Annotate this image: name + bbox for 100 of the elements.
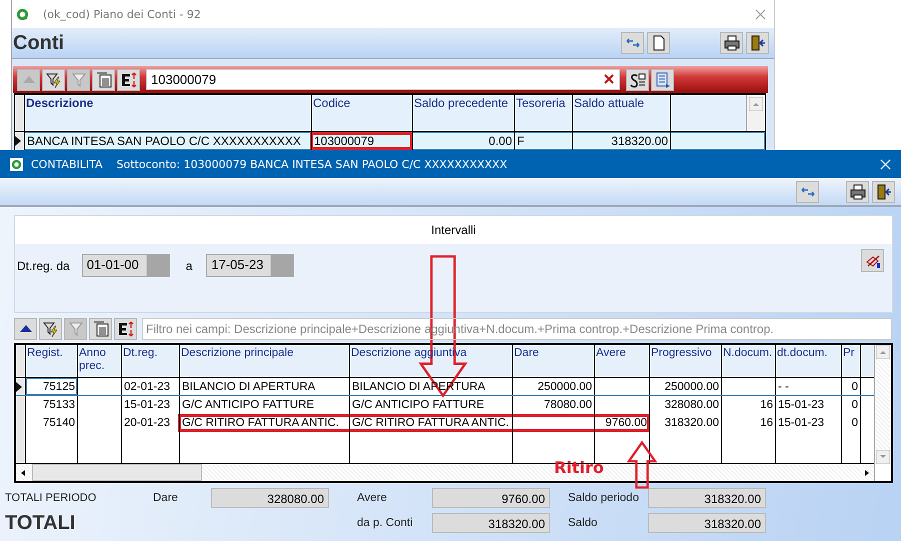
print-button[interactable] [720,32,743,54]
field-label: Avere [357,492,388,504]
document-icon [650,35,666,51]
exit-button[interactable] [872,180,895,202]
filter-edit-button[interactable] [42,68,65,90]
column-header[interactable]: Tesoreria [516,96,566,110]
app-logo-icon [16,8,29,20]
column-header[interactable]: Saldo precedente [414,96,508,110]
table-cell: 15-01-23 [122,396,180,414]
table-cell: BILANCIO DI APERTURA [180,378,350,395]
date-field[interactable]: 01-01-00 [82,254,170,277]
search-field[interactable]: 103000079 [146,69,620,90]
table-cell: 0 [842,378,861,395]
app-logo-icon [10,158,23,170]
export-button[interactable] [117,68,140,90]
selected-row[interactable]: BANCA INTESA SAN PAOLO C/C XXXXXXXXXXX 103000079 0.00 F 318320.00 [15,132,765,150]
list-button[interactable] [89,318,112,340]
funnel-lightning-icon [46,72,62,88]
panel-title: Intervalli [431,223,476,237]
exit-button[interactable] [746,32,769,54]
total-value: 318320.00 [648,513,766,533]
table-cell: 250000.00 [650,378,722,395]
column-header[interactable]: Avere [596,347,648,360]
row-selector[interactable] [16,396,26,414]
e-arrows-icon [120,72,136,88]
new-document-button[interactable] [647,32,670,54]
close-icon[interactable] [755,8,766,20]
column-header[interactable]: Descrizione principale [181,347,348,360]
document-lines-icon [654,72,670,88]
columns-button[interactable] [651,68,674,90]
printer-icon [850,184,866,200]
field-label: a [186,258,192,272]
s-lines-icon [630,72,646,88]
table-cell: 9760.00 [595,414,650,432]
column-header[interactable]: Progressivo [651,347,720,360]
field-label: Saldo periodo [568,492,640,504]
window-subtitle: Sottoconto: 103000079 BANCA INTESA SAN PAOLO C/C XXXXXXXXXXX [116,158,508,170]
table-cell: G/C RITIRO FATTURA ANTIC. [180,414,350,432]
window-title: (ok_cod) Piano dei Conti - 92 [43,8,201,20]
column-header[interactable]: Dt.reg. [123,347,178,360]
table-cell: 75125 [26,378,78,395]
column-header[interactable]: Dare [514,347,593,360]
total-value: 318320.00 [432,513,550,533]
filter-edit-button[interactable] [39,318,62,340]
column-header[interactable]: dt.docum. [777,347,840,360]
table-cell: G/C RITIRO FATTURA ANTIC. [350,414,513,432]
table-cell: 15-01-23 [776,396,842,414]
refresh-button[interactable] [621,32,644,54]
row-selector[interactable] [16,378,26,395]
table-cell: 02-01-23 [122,378,180,395]
eraser-hand-icon [864,252,880,268]
column-header[interactable]: Descrizione [26,96,94,110]
list-icon [92,320,108,336]
table-cell: 20-01-23 [122,414,180,432]
print-button[interactable] [846,180,869,202]
funnel-lightning-icon [42,320,58,336]
up-arrow [627,439,657,491]
field-label: Dare [153,492,179,504]
export-button[interactable] [114,318,137,340]
refresh-button[interactable] [796,180,819,202]
table-cell: 328080.00 [650,396,722,414]
table-row[interactable]: 75133 15-01-23 G/C ANTICIPO FATTURE G/C ANTICIPO FATTURE 78080.00 328080.00 16 15-01-23 0 [16,396,874,414]
table-cell: 0 [842,396,861,414]
column-header[interactable]: Codice [313,96,350,110]
table-row[interactable]: 75140 20-01-23 G/C RITIRO FATTURA ANTIC. G/C RITIRO FATTURA ANTIC. 9760.00 318320.00 16 15-01-23 0 [16,414,874,432]
table-cell: 16 [722,396,776,414]
list-button[interactable] [92,68,115,90]
table-cell: 75140 [26,414,78,432]
total-value: 328080.00 [211,488,329,508]
column-header[interactable]: Pr [843,347,859,360]
table-cell: 15-01-23 [776,414,842,432]
printer-icon [724,35,740,51]
move-up-button[interactable] [14,318,37,340]
table-cell: 75133 [26,396,78,414]
field-label: da p. Conti [357,517,414,529]
total-value: 9760.00 [432,488,550,508]
column-header[interactable]: Saldo attuale [574,96,644,110]
e-arrows-icon [118,320,134,336]
field-label: Saldo [568,517,598,529]
table-cell: G/C ANTICIPO FATTURE [180,396,350,414]
table-cell: - - [776,378,842,395]
sort-button[interactable] [626,68,649,90]
totals-period-label: TOTALI PERIODO [5,492,98,504]
field-label: Dt.reg. da [17,258,70,272]
table-cell: 0 [842,414,861,432]
list-icon [96,72,112,88]
exit-door-icon [750,35,766,51]
date-field[interactable]: 17-05-23 [206,254,294,277]
column-header[interactable]: N.docum. [723,347,774,360]
funnel-icon [68,320,84,336]
clear-icon[interactable] [604,74,614,84]
table-cell: G/C ANTICIPO FATTURE [350,396,513,414]
column-header[interactable]: Anno prec. [79,347,120,373]
table-cell: 250000.00 [513,378,595,395]
clear-dates-button[interactable] [861,249,884,272]
table-cell: 16 [722,414,776,432]
funnel-icon [70,72,86,88]
column-header[interactable]: Regist. [27,347,76,360]
row-selector[interactable] [15,132,25,150]
section-heading: Conti [13,32,64,54]
